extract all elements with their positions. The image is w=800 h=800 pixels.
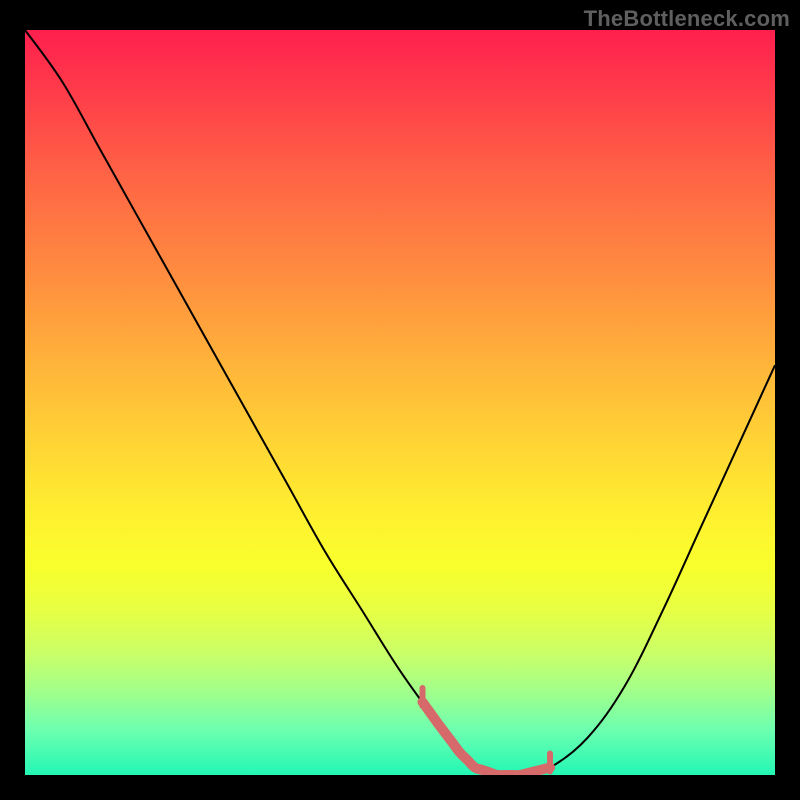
- chart-svg: [25, 30, 775, 775]
- chart-area: [25, 30, 775, 775]
- optimal-range-highlight: [423, 702, 551, 775]
- watermark-text: TheBottleneck.com: [584, 6, 790, 32]
- bottleneck-curve: [25, 30, 775, 775]
